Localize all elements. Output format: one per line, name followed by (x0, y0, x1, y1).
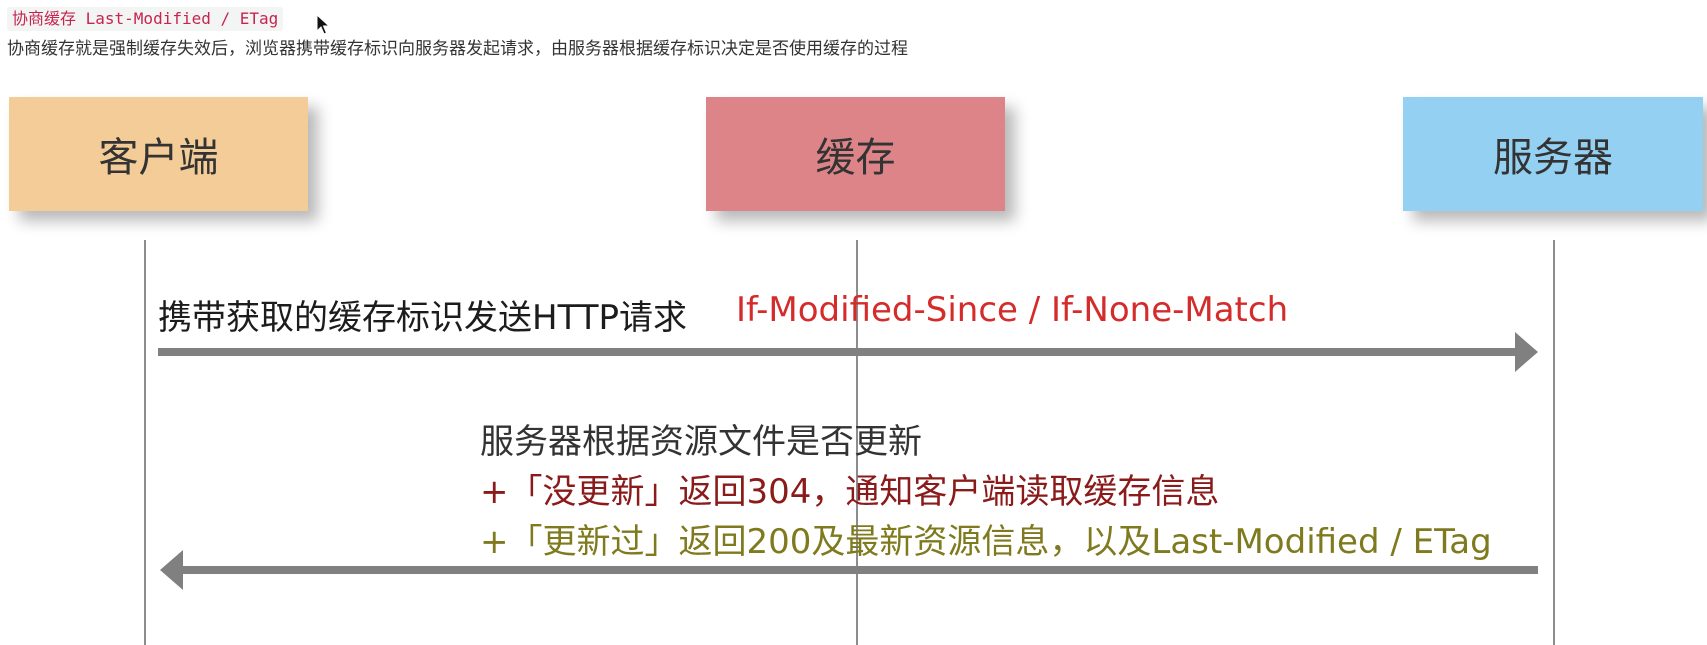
request-headers-label: If-Modified-Since / If-None-Match (736, 290, 1289, 330)
request-label: 携带获取的缓存标识发送HTTP请求 (158, 298, 688, 338)
response-line-3: +「更新过」返回200及最新资源信息，以及Last-Modified / ETa… (480, 522, 1492, 562)
response-line-1: 服务器根据资源文件是否更新 (480, 422, 922, 462)
response-line-2: +「没更新」返回304，通知客户端读取缓存信息 (480, 472, 1220, 512)
